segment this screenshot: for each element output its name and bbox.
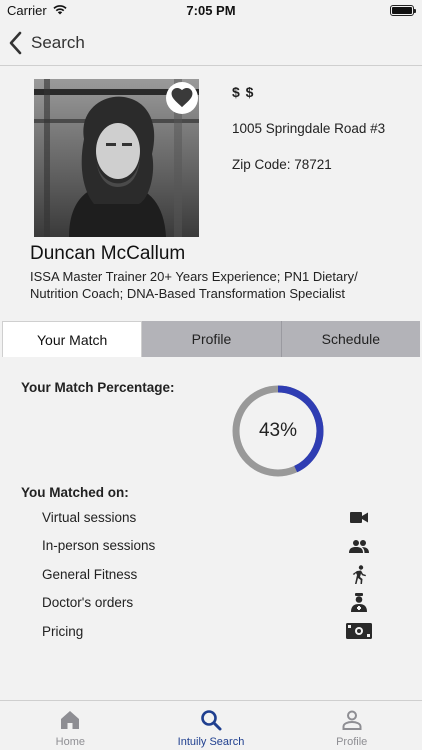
heart-icon bbox=[171, 88, 193, 108]
tab-bar-profile[interactable]: Profile bbox=[281, 701, 422, 750]
people-icon bbox=[346, 536, 372, 556]
battery-icon bbox=[390, 5, 416, 16]
back-button[interactable]: Search bbox=[6, 30, 85, 56]
trainer-name: Duncan McCallum bbox=[30, 243, 186, 264]
tab-bar-label: Home bbox=[55, 736, 85, 748]
favorite-button[interactable] bbox=[166, 82, 198, 114]
tab-schedule[interactable]: Schedule bbox=[280, 321, 420, 357]
navigation-bar: Search bbox=[0, 22, 422, 66]
criterion-label: General Fitness bbox=[42, 566, 138, 582]
status-bar: Carrier 7:05 PM bbox=[0, 0, 422, 22]
address-line: 1005 Springdale Road #3 bbox=[232, 121, 386, 136]
video-camera-icon bbox=[346, 507, 372, 527]
chevron-left-icon bbox=[9, 31, 22, 55]
matched-on-heading: You Matched on: bbox=[21, 485, 129, 500]
back-button-label: Search bbox=[31, 33, 85, 52]
tab-bar-label: Intuily Search bbox=[177, 736, 245, 748]
tab-bar-intuily-search[interactable]: Intuily Search bbox=[141, 701, 282, 750]
doctor-icon bbox=[346, 593, 372, 613]
search-icon bbox=[201, 710, 222, 731]
match-ring: 43% bbox=[231, 384, 325, 478]
match-percentage-label: Your Match Percentage: bbox=[21, 380, 175, 395]
money-icon bbox=[346, 621, 372, 641]
home-icon bbox=[61, 711, 80, 729]
list-item: In-person sessions bbox=[42, 532, 372, 561]
list-item: General Fitness bbox=[42, 560, 372, 589]
list-item: Doctor's orders bbox=[42, 589, 372, 618]
criterion-label: In-person sessions bbox=[42, 538, 156, 554]
criterion-label: Doctor's orders bbox=[42, 595, 134, 611]
zip-code: Zip Code: 78721 bbox=[232, 157, 332, 172]
bottom-tab-bar: Home Intuily Search Profile bbox=[0, 700, 422, 750]
list-item: Pricing bbox=[42, 617, 372, 646]
tab-profile[interactable]: Profile bbox=[142, 321, 281, 357]
list-item: Virtual sessions bbox=[42, 503, 372, 532]
criterion-label: Pricing bbox=[42, 623, 84, 639]
match-criteria-list: Virtual sessions In-person sessions Gene… bbox=[42, 503, 372, 646]
trainer-bio: ISSA Master Trainer 20+ Years Experience… bbox=[30, 269, 358, 301]
match-percentage-value: 43% bbox=[258, 420, 298, 441]
criterion-label: Virtual sessions bbox=[42, 509, 137, 525]
tab-your-match[interactable]: Your Match bbox=[2, 321, 143, 357]
tab-bar-home[interactable]: Home bbox=[0, 701, 141, 750]
tab-bar-label: Profile bbox=[336, 736, 368, 748]
price-level: $ $ bbox=[232, 84, 255, 100]
clock: 7:05 PM bbox=[186, 3, 236, 18]
person-icon bbox=[342, 710, 362, 730]
segmented-tabs: Your Match Profile Schedule bbox=[2, 321, 420, 357]
running-icon bbox=[346, 564, 372, 584]
